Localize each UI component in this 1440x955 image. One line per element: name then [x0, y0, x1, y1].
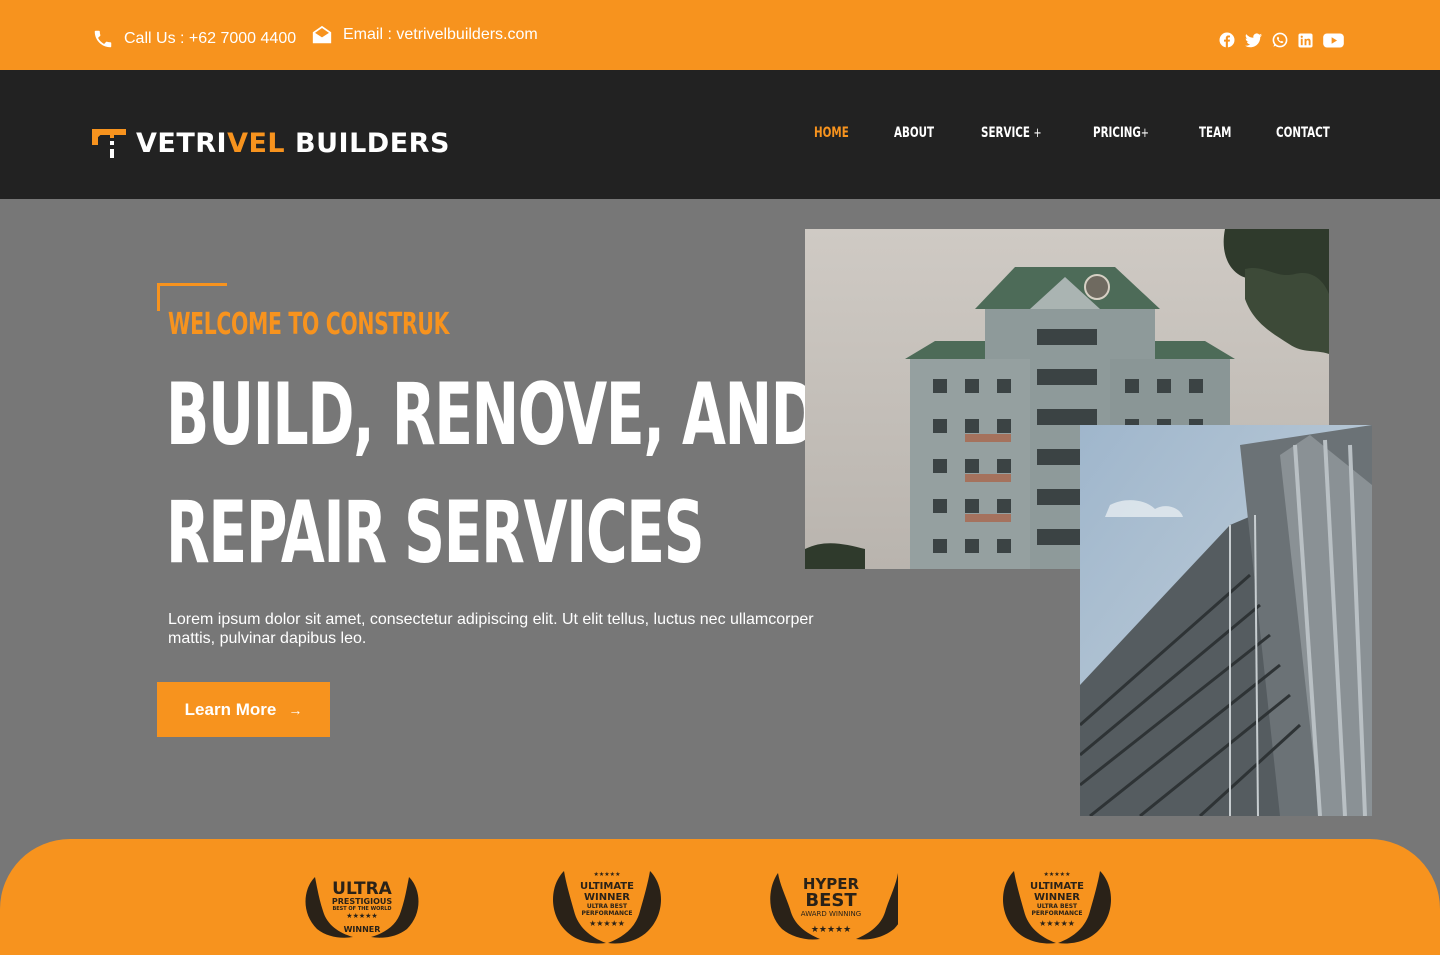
- nav-service[interactable]: SERVICE +: [981, 125, 1042, 141]
- award-badge: ULTRA PRESTIGIOUS BEST OF THE WORLD ★★★★…: [297, 863, 427, 947]
- youtube-icon[interactable]: [1323, 32, 1344, 48]
- hero-headline: BUILD, RENOVE, AND REPAIR SERVICES: [166, 356, 818, 592]
- hero-description: Lorem ipsum dolor sit amet, consectetur …: [168, 611, 814, 647]
- plus-icon: +: [1033, 126, 1042, 141]
- twitter-icon[interactable]: [1245, 32, 1262, 48]
- hero-eyebrow: WELCOME TO CONSTRUK: [168, 307, 450, 342]
- nav-home[interactable]: HOME: [814, 125, 849, 141]
- award-badge: ★★★★★ ULTIMATE WINNER ULTRA BEST PERFORM…: [992, 863, 1122, 947]
- nav-team[interactable]: TEAM: [1199, 125, 1231, 141]
- award-badge: HYPER BEST AWARD WINNING ★★★★★: [768, 863, 898, 947]
- nav-about[interactable]: ABOUT: [894, 125, 934, 141]
- arrow-right-icon: →: [288, 701, 303, 718]
- nav-pricing[interactable]: PRICING+: [1093, 125, 1149, 141]
- main-nav: HOME ABOUT SERVICE + PRICING+ TEAM CONTA…: [776, 125, 1342, 141]
- site-logo[interactable]: VETRIVEL BUILDERS: [92, 128, 450, 159]
- phone-label: Call Us : +62 7000 4400: [124, 30, 297, 47]
- whatsapp-icon[interactable]: [1272, 32, 1288, 48]
- award-badge: ★★★★★ ULTIMATE WINNER ULTRA BEST PERFORM…: [542, 863, 672, 947]
- linkedin-icon[interactable]: [1298, 32, 1313, 48]
- social-links: [1219, 32, 1344, 48]
- headline-line-1: BUILD, RENOVE, AND: [166, 365, 818, 465]
- email-label: Email : vetrivelbuilders.com: [343, 26, 538, 43]
- phone-icon: [94, 30, 112, 48]
- facebook-icon[interactable]: [1219, 32, 1235, 48]
- learn-more-label: Learn More: [184, 699, 277, 719]
- house-roof-icon: [92, 128, 126, 158]
- email-contact[interactable]: Email : vetrivelbuilders.com: [311, 24, 538, 46]
- nav-contact[interactable]: CONTACT: [1276, 125, 1330, 141]
- headline-line-2: REPAIR SERVICES: [166, 483, 705, 583]
- building-photo-modern: [1080, 425, 1372, 816]
- plus-icon: +: [1140, 126, 1149, 141]
- top-bar: Call Us : +62 7000 4400 Email : vetrivel…: [0, 0, 1440, 70]
- awards-band: ULTRA PRESTIGIOUS BEST OF THE WORLD ★★★★…: [0, 839, 1440, 955]
- phone-contact[interactable]: Call Us : +62 7000 4400: [92, 28, 296, 50]
- site-header: VETRIVEL BUILDERS HOME ABOUT SERVICE + P…: [0, 70, 1440, 199]
- learn-more-button[interactable]: Learn More →: [157, 682, 330, 737]
- brand-name: VETRIVEL BUILDERS: [136, 128, 450, 159]
- envelope-open-icon: [312, 25, 332, 44]
